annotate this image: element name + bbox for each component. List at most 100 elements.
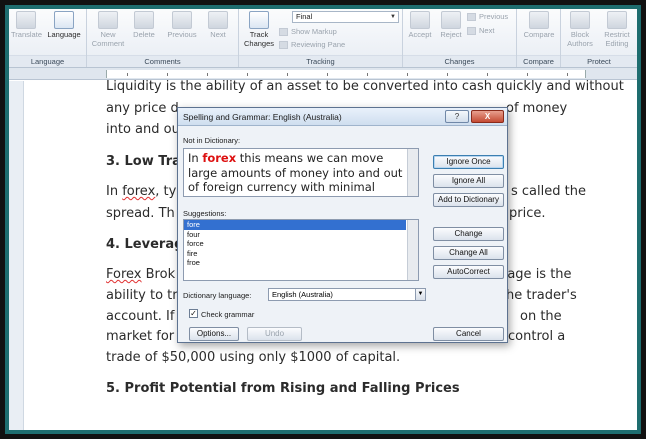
reviewing-pane-button[interactable]: Reviewing Pane	[279, 39, 345, 50]
dictionary-language-select[interactable]: English (Australia) ▼	[268, 288, 426, 301]
doc-para-6: Forex Brok	[106, 267, 175, 282]
dictionary-language-label: Dictionary language:	[183, 291, 252, 300]
compare-icon	[529, 11, 549, 29]
language-button[interactable]: Language	[45, 11, 83, 40]
autocorrect-button[interactable]: AutoCorrect	[433, 265, 504, 279]
not-in-dictionary-label: Not in Dictionary:	[183, 136, 241, 145]
doc-line-2a: any price d	[106, 101, 179, 116]
accept-icon	[410, 11, 430, 29]
next-comment-icon	[208, 11, 228, 29]
doc-para-4: In forex, ty	[106, 184, 176, 199]
accept-label: Accept	[408, 30, 432, 39]
delete-comment-button[interactable]: Delete	[129, 11, 159, 40]
previous-comment-button[interactable]: Previous	[163, 11, 201, 40]
suggestion-item[interactable]: four	[184, 230, 418, 240]
show-markup-icon	[279, 28, 288, 37]
chevron-down-icon: ▼	[390, 14, 396, 20]
doc-line-2b: of money	[506, 101, 568, 116]
not-in-dictionary-scrollbar[interactable]	[407, 149, 418, 196]
track-changes-button[interactable]: Track Changes	[241, 11, 277, 48]
doc-line-1: Liquidity is the ability of an asset to …	[106, 79, 624, 94]
tracking-group-label: Tracking	[239, 55, 402, 67]
doc-para-4-text: In	[106, 184, 123, 199]
add-to-dictionary-button[interactable]: Add to Dictionary	[433, 193, 504, 207]
doc-para-8-end: on the	[520, 309, 562, 324]
show-markup-button[interactable]: Show Markup	[279, 26, 337, 37]
language-icon	[54, 11, 74, 29]
close-button[interactable]: X	[471, 110, 504, 123]
suggestion-item[interactable]: fire	[184, 249, 418, 259]
doc-para-8: account. If	[106, 309, 175, 324]
previous-change-button[interactable]: Previous	[467, 11, 508, 22]
compare-group-label: Compare	[517, 55, 560, 67]
suggestion-item[interactable]: froe	[184, 258, 418, 268]
doc-para-7: ability to tr	[106, 288, 178, 303]
changes-group-label: Changes	[403, 55, 516, 67]
ignore-once-button[interactable]: Ignore Once	[433, 155, 504, 169]
spelling-grammar-dialog: Spelling and Grammar: English (Australia…	[177, 107, 508, 343]
doc-para-9: market for	[106, 329, 175, 344]
ruler-tick	[487, 73, 488, 76]
next-comment-button[interactable]: Next	[203, 11, 233, 40]
display-for-review-select[interactable]: Final ▼	[292, 11, 399, 23]
protect-group-label: Protect	[561, 55, 637, 67]
check-grammar-checkbox[interactable]: ✓	[189, 309, 198, 318]
ignore-all-button[interactable]: Ignore All	[433, 174, 504, 188]
compare-button[interactable]: Compare	[521, 11, 557, 40]
sentence-before: In	[188, 151, 203, 165]
dictionary-language-value: English (Australia)	[272, 290, 333, 299]
doc-para-4-end: s called the	[511, 184, 586, 199]
block-authors-icon	[570, 11, 590, 29]
compare-label: Compare	[523, 30, 555, 39]
changes-group: Accept Reject Previous Next Changes	[403, 9, 517, 67]
help-button[interactable]: ?	[445, 110, 469, 123]
new-comment-button[interactable]: New Comment	[91, 11, 125, 48]
next-change-label: Next	[479, 26, 495, 35]
review-ribbon: Translate Language Language New Comment …	[9, 9, 637, 68]
previous-change-label: Previous	[479, 12, 509, 21]
suggestion-item[interactable]: fore	[184, 220, 406, 230]
reject-button[interactable]: Reject	[437, 11, 465, 40]
options-button[interactable]: Options...	[189, 327, 239, 341]
accept-button[interactable]: Accept	[405, 11, 435, 40]
suggestions-scrollbar[interactable]	[407, 220, 418, 280]
doc-line-3: into and ou	[106, 122, 180, 137]
ruler-tick	[287, 73, 288, 76]
change-button[interactable]: Change	[433, 227, 504, 241]
display-for-review-value: Final	[296, 12, 313, 21]
comments-group: New Comment Delete Previous Next Comment…	[87, 9, 239, 67]
vertical-ruler	[9, 81, 24, 430]
restrict-editing-button[interactable]: Restrict Editing	[599, 11, 635, 48]
error-word: forex	[202, 151, 237, 165]
doc-para-5-end: price.	[509, 206, 546, 221]
ruler-text-area	[106, 70, 586, 78]
change-all-button[interactable]: Change All	[433, 246, 504, 260]
ruler-tick	[127, 73, 128, 76]
show-markup-label: Show Markup	[291, 27, 337, 36]
reject-icon	[441, 11, 461, 29]
doc-para-10: trade of $50,000 using only $1000 of cap…	[106, 350, 401, 365]
next-change-button[interactable]: Next	[467, 25, 494, 36]
cancel-button[interactable]: Cancel	[433, 327, 504, 341]
doc-para-5: spread. Th	[106, 206, 175, 221]
block-authors-button[interactable]: Block Authors	[563, 11, 597, 48]
reject-label: Reject	[440, 30, 462, 39]
ruler-tick	[407, 73, 408, 76]
delete-comment-icon	[134, 11, 154, 29]
ruler-tick	[367, 73, 368, 76]
delete-comment-label: Delete	[133, 30, 155, 39]
not-in-dictionary-textbox[interactable]: In forex this means we can move large am…	[183, 148, 419, 197]
next-comment-label: Next	[210, 30, 226, 39]
comments-group-label: Comments	[87, 55, 238, 67]
track-changes-icon	[249, 11, 269, 29]
undo-button[interactable]: Undo	[247, 327, 302, 341]
translate-button[interactable]: Translate	[11, 11, 42, 40]
doc-para-7-end: he trader's	[506, 288, 577, 303]
protect-group: Block Authors Restrict Editing Protect	[561, 9, 637, 67]
suggestion-item[interactable]: force	[184, 239, 418, 249]
spelling-error-forex-2[interactable]: Forex	[106, 267, 142, 282]
suggestions-list[interactable]: fore four force fire froe	[183, 219, 419, 281]
suggestions-label: Suggestions:	[183, 209, 227, 218]
spelling-error-forex[interactable]: forex	[122, 184, 155, 199]
chevron-down-icon[interactable]: ▼	[415, 289, 425, 300]
